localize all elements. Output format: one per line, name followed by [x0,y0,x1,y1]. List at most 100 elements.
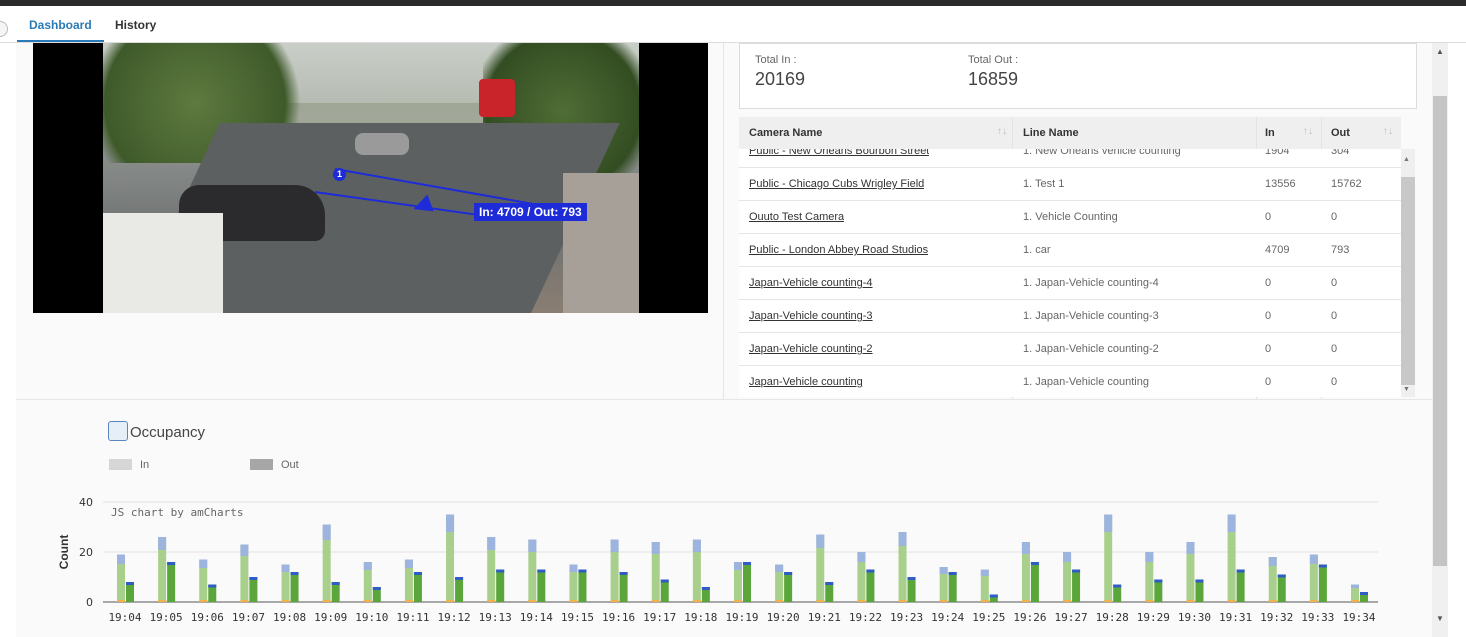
x-tick-label: 19:08 [273,611,306,624]
bar-in-top [1309,554,1318,564]
table-scrollbar[interactable] [1401,149,1415,397]
bar-in-top [528,539,537,552]
sort-icon[interactable]: ↑↓ [997,117,1007,149]
in-count-cell: 13556 [1265,178,1296,190]
bar-in-top [980,569,989,576]
table-scroll-up-icon[interactable]: ▲ [1403,156,1410,163]
bar-in-top [1063,552,1072,562]
bar-out-top [619,572,628,575]
bar-in-base [1186,600,1195,602]
column-line-name[interactable]: Line Name [1023,117,1079,149]
legend-in-swatch[interactable] [109,459,132,470]
bar-out [660,579,669,602]
camera-name-link[interactable]: Japan-Vehicle counting-2 [749,333,873,365]
bar-in-top [569,564,578,572]
camera-video[interactable]: 1 In: 4709 / Out: 793 [33,43,708,313]
bar-out [537,569,546,602]
collapse-handle[interactable] [0,21,8,37]
bar-out [1072,569,1081,602]
bar-in-top [158,537,167,550]
x-tick-label: 19:07 [232,611,265,624]
in-count-cell: 1904 [1265,149,1290,157]
table-row: Public - Chicago Cubs Wrigley Field 1. Te… [739,168,1401,201]
bar-in-top [1227,514,1236,532]
camera-name-link[interactable]: Japan-Vehicle counting-3 [749,300,873,332]
sort-icon[interactable]: ↑↓ [1303,117,1313,149]
sort-icon[interactable]: ↑↓ [1383,117,1393,149]
bar-out-top [701,587,710,590]
column-out[interactable]: Out [1331,117,1350,149]
table-scroll-down-icon[interactable]: ▼ [1403,386,1410,393]
tab-dashboard[interactable]: Dashboard [17,18,104,42]
bar-out-top [208,584,217,588]
bar-out-top [907,577,916,580]
bar-in-top [363,562,372,570]
bar-in-base [610,600,619,602]
total-in-value: 20169 [755,69,806,89]
bar-out [1154,579,1163,602]
bar-in-top [117,554,125,564]
bar-out-top [1360,592,1368,595]
out-count-cell: 0 [1331,376,1338,388]
table-row: Japan-Vehicle counting 1. Japan-Vehicle c… [739,366,1401,397]
x-tick-label: 19:27 [1055,611,1088,624]
total-out-label: Total Out : [968,54,1019,66]
bar-out-top [249,577,258,580]
bar-out-top [1072,569,1081,573]
legend-out-label[interactable]: Out [281,459,299,471]
x-tick-label: 19:22 [849,611,882,624]
page-scroll-down-icon[interactable]: ▼ [1436,614,1444,623]
table-scrollbar-thumb[interactable] [1401,177,1415,385]
x-tick-label: 19:24 [931,611,964,624]
out-count-cell: 793 [1331,244,1350,256]
bar-out [413,572,422,602]
bar-in-base [569,600,578,602]
chart-credit[interactable]: JS chart by amCharts [111,506,243,519]
bar-in-base [1268,600,1277,602]
x-tick-label: 19:09 [314,611,347,624]
bar-out-top [1113,584,1122,588]
x-tick-label: 19:16 [602,611,635,624]
bar-in-base [1063,600,1072,602]
column-in[interactable]: In [1265,117,1275,149]
camera-name-link[interactable]: Public - Chicago Cubs Wrigley Field [749,168,924,200]
page-scrollbar-thumb[interactable] [1433,96,1447,566]
legend-in-label[interactable]: In [140,459,149,471]
x-tick-label: 19:17 [643,611,676,624]
camera-name-link[interactable]: Public - New Orleans Bourbon Street [749,149,929,167]
camera-name-link[interactable]: Japan-Vehicle counting-4 [749,267,873,299]
bar-out-top [372,587,381,590]
column-camera-name[interactable]: Camera Name [749,117,822,149]
in-count-cell: 0 [1265,343,1272,355]
page-scroll-up-icon[interactable]: ▲ [1436,47,1444,56]
bar-out [907,577,916,602]
bar-out [1277,574,1286,602]
bar-in-base [692,600,701,602]
page-scrollbar[interactable] [1432,43,1448,637]
camera-scene [103,43,639,313]
bar-in-base [240,600,249,602]
bar-in-base [1351,600,1359,602]
x-tick-label: 19:05 [150,611,183,624]
bar-out [167,562,176,602]
table-row: Japan-Vehicle counting-2 1. Japan-Vehicle… [739,333,1401,366]
bar-in-base [158,600,167,602]
camera-name-link[interactable]: Public - London Abbey Road Studios [749,234,928,266]
table-row: Public - New Orleans Bourbon Street 1. Ne… [739,149,1401,168]
bar-out [1195,579,1204,602]
camera-name-link[interactable]: Ouuto Test Camera [749,201,844,233]
bar-out [743,562,751,602]
camera-name-link[interactable]: Japan-Vehicle counting [749,366,863,397]
tab-history[interactable]: History [115,18,156,32]
bar-in-base [980,600,989,602]
bar-out-top [1277,574,1286,578]
occupancy-checkbox[interactable] [108,421,128,441]
bar-out-top [413,572,422,575]
bar-out-top [743,562,751,565]
in-count-cell: 0 [1265,277,1272,289]
bar-out [784,572,793,602]
bar-in-base [857,600,866,602]
legend-out-swatch[interactable] [250,459,273,470]
bar-out-top [167,562,176,565]
bar-out-top [455,577,464,580]
